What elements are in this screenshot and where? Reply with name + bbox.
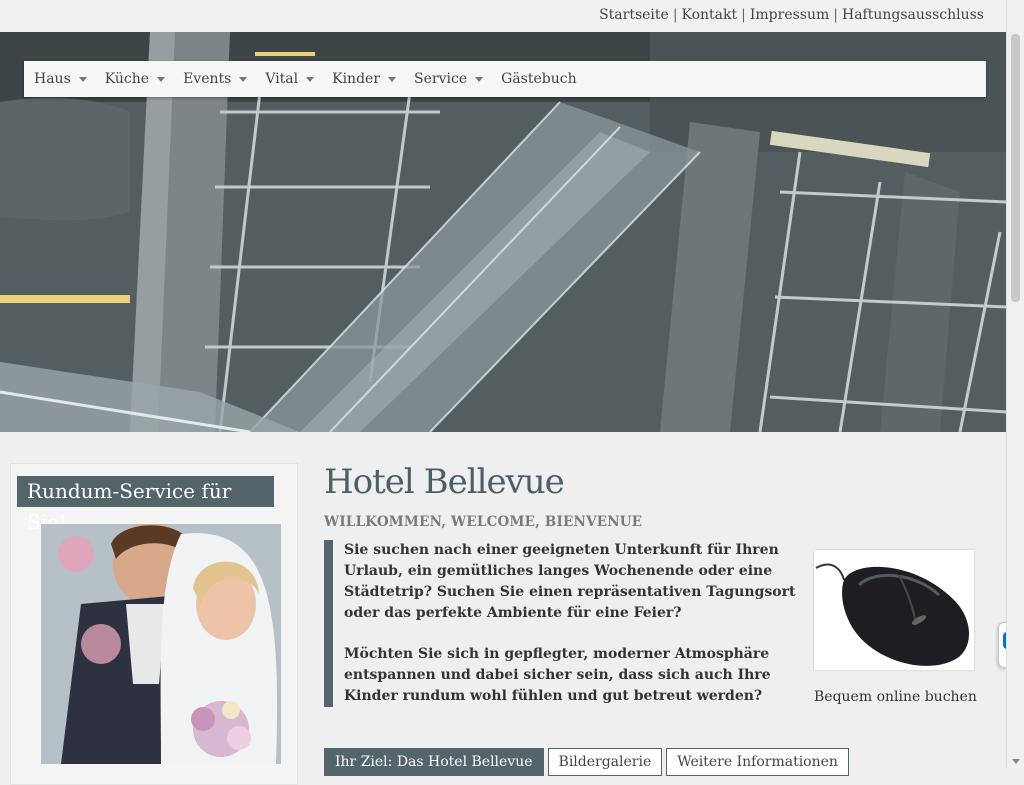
top-links-bar: Startseite | Kontakt | Impressum | Haftungsaus… <box>0 0 1007 32</box>
nav-item-label: Vital <box>265 71 299 87</box>
product-caption[interactable]: Bequem online buchen <box>814 689 977 705</box>
page-title: Hotel Bellevue <box>324 462 565 502</box>
caret-down-icon <box>157 76 166 82</box>
wedding-photo <box>41 524 281 764</box>
link-separator: | <box>741 7 746 23</box>
scroll-down-icon[interactable] <box>1012 759 1020 764</box>
link-kontakt[interactable]: Kontakt <box>682 7 738 23</box>
link-startseite[interactable]: Startseite <box>599 7 669 23</box>
nav-item-kueche[interactable]: Küche <box>95 61 173 97</box>
wedding-couple-image <box>41 524 281 764</box>
nav-item-label: Service <box>414 71 468 87</box>
intro-paragraph-1: Sie suchen nach einer geeigneten Unterku… <box>344 542 796 621</box>
link-separator: | <box>672 7 678 23</box>
nav-item-service[interactable]: Service <box>404 61 491 97</box>
caret-down-icon <box>475 76 484 82</box>
caret-down-icon <box>306 76 315 82</box>
nav-item-label: Kinder <box>332 71 381 87</box>
scrollbar-thumb[interactable] <box>1011 34 1020 302</box>
nav-item-vital[interactable]: Vital <box>255 61 322 97</box>
nav-item-kinder[interactable]: Kinder <box>322 61 404 97</box>
caret-down-icon <box>239 76 248 82</box>
nav-item-label: Events <box>183 71 232 87</box>
vertical-scrollbar[interactable] <box>1006 0 1024 768</box>
page-subtitle: WILLKOMMEN, WELCOME, BIENVENUE <box>324 514 643 530</box>
sidebar-heading: Rundum-Service für Sie! <box>17 476 274 534</box>
computer-mouse-graphic <box>814 550 974 670</box>
nav-item-gaestebuch[interactable]: Gästebuch <box>491 61 584 97</box>
caret-down-icon <box>78 76 87 82</box>
top-links: Startseite | Kontakt | Impressum | Haftungsaus… <box>599 7 984 23</box>
tab-hotel-bellevue[interactable]: Ihr Ziel: Das Hotel Bellevue <box>324 748 544 776</box>
mouse-product-image[interactable] <box>814 550 974 670</box>
nav-item-label: Haus <box>34 71 71 87</box>
nav-item-haus[interactable]: Haus <box>24 61 95 97</box>
tab-weitere-informationen[interactable]: Weitere Informationen <box>666 748 849 776</box>
intro-blockquote: Sie suchen nach einer geeigneten Unterku… <box>324 540 822 707</box>
content-tabs: Ihr Ziel: Das Hotel Bellevue Bildergaler… <box>324 748 849 776</box>
nav-item-events[interactable]: Events <box>173 61 255 97</box>
caret-down-icon <box>388 76 397 82</box>
link-separator: | <box>833 7 838 23</box>
nav-item-label: Küche <box>104 71 150 87</box>
main-navigation: Haus Küche Events Vital Kinder Service G… <box>24 61 986 97</box>
link-haftungsausschluss[interactable]: Haftungsausschluss <box>842 7 984 23</box>
tab-bildergalerie[interactable]: Bildergalerie <box>547 748 663 776</box>
intro-paragraph-2: Möchten Sie sich in gepflegter, moderner… <box>344 646 771 704</box>
link-impressum[interactable]: Impressum <box>750 7 829 23</box>
sidebar-box: Rundum-Service für Sie! <box>10 463 298 785</box>
nav-item-label: Gästebuch <box>501 71 577 87</box>
